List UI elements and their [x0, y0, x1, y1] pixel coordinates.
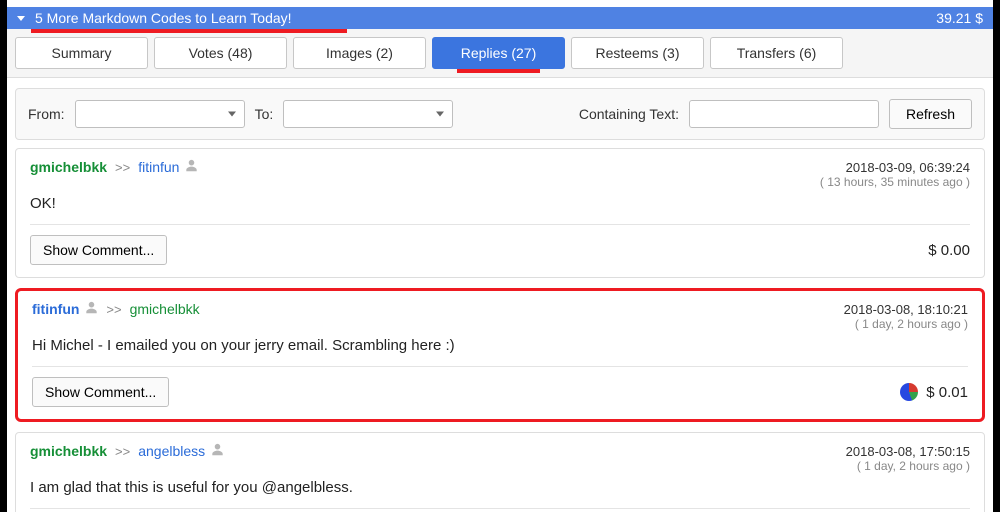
pie-chart-icon	[900, 383, 918, 401]
reply-value-amount: $ 0.00	[928, 242, 970, 259]
post-title: 5 More Markdown Codes to Learn Today!	[35, 10, 292, 27]
person-icon	[185, 159, 198, 172]
arrow-separator: >>	[115, 444, 130, 459]
arrow-separator: >>	[106, 302, 121, 317]
reply-body: OK!	[30, 195, 970, 212]
reply-header: gmichelbkk >> fitinfun 2018-03-09, 06:39:24…	[30, 159, 970, 189]
person-icon	[85, 301, 98, 314]
from-combo[interactable]	[75, 100, 245, 128]
tab-images[interactable]: Images (2)	[293, 37, 426, 69]
reply-timestamp: 2018-03-08, 18:10:21( 1 day, 2 hours ago…	[844, 302, 968, 331]
to-combo[interactable]	[283, 100, 453, 128]
tab-replies[interactable]: Replies (27)	[432, 37, 565, 69]
tab-summary[interactable]: Summary	[15, 37, 148, 69]
reply-body: I am glad that this is useful for you @a…	[30, 479, 970, 496]
reply-card: gmichelbkk >> fitinfun 2018-03-09, 06:39:24…	[15, 148, 985, 278]
tab-resteems[interactable]: Resteems (3)	[571, 37, 704, 69]
reply-from-user[interactable]: fitinfun	[32, 301, 79, 317]
containing-text-input[interactable]	[689, 100, 879, 128]
divider	[30, 224, 970, 225]
app-frame: 5 More Markdown Codes to Learn Today! 39…	[0, 0, 1000, 512]
show-comment-button[interactable]: Show Comment...	[30, 235, 167, 265]
reply-from-user[interactable]: gmichelbkk	[30, 443, 107, 459]
timestamp-value: 2018-03-09, 06:39:24	[820, 160, 970, 175]
timestamp-ago: ( 1 day, 2 hours ago )	[846, 459, 970, 473]
chevron-down-icon	[436, 112, 444, 117]
tab-bar: Summary Votes (48) Images (2) Replies (2…	[7, 29, 993, 78]
reply-header: fitinfun >> gmichelbkk 2018-03-08, 18:10:21…	[32, 301, 968, 331]
reply-card: gmichelbkk >> angelbless 2018-03-08, 17:50:…	[15, 432, 985, 512]
reply-header: gmichelbkk >> angelbless 2018-03-08, 17:50:…	[30, 443, 970, 473]
reply-footer: Show Comment... $ 0.00	[30, 235, 970, 265]
arrow-separator: >>	[115, 160, 130, 175]
timestamp-value: 2018-03-08, 18:10:21	[844, 302, 968, 317]
tab-transfers[interactable]: Transfers (6)	[710, 37, 843, 69]
reply-card: fitinfun >> gmichelbkk 2018-03-08, 18:10:21…	[15, 288, 985, 422]
divider	[30, 508, 970, 509]
post-payout: 39.21 $	[936, 10, 983, 26]
filter-bar: From: To: Containing Text: Refresh	[15, 88, 985, 140]
chevron-down-icon	[228, 112, 236, 117]
reply-timestamp: 2018-03-09, 06:39:24( 13 hours, 35 minut…	[820, 160, 970, 189]
reply-to-user[interactable]: fitinfun	[138, 159, 179, 175]
reply-from-user[interactable]: gmichelbkk	[30, 159, 107, 175]
reply-to-user[interactable]: gmichelbkk	[130, 301, 200, 317]
timestamp-ago: ( 1 day, 2 hours ago )	[844, 317, 968, 331]
divider	[32, 366, 968, 367]
reply-timestamp: 2018-03-08, 17:50:15( 1 day, 2 hours ago…	[846, 444, 970, 473]
containing-label: Containing Text:	[579, 106, 679, 122]
reply-body: Hi Michel - I emailed you on your jerry …	[32, 337, 968, 354]
refresh-button[interactable]: Refresh	[889, 99, 972, 129]
reply-footer: Show Comment... $ 0.01	[32, 377, 968, 407]
post-header[interactable]: 5 More Markdown Codes to Learn Today! 39…	[7, 7, 993, 29]
timestamp-value: 2018-03-08, 17:50:15	[846, 444, 970, 459]
show-comment-button[interactable]: Show Comment...	[32, 377, 169, 407]
reply-list: gmichelbkk >> fitinfun 2018-03-09, 06:39:24…	[7, 140, 993, 512]
collapse-caret-icon[interactable]	[17, 16, 25, 21]
person-icon	[211, 443, 224, 456]
top-spacer	[7, 0, 993, 7]
reply-value: $ 0.00	[928, 242, 970, 259]
timestamp-ago: ( 13 hours, 35 minutes ago )	[820, 175, 970, 189]
tab-votes[interactable]: Votes (48)	[154, 37, 287, 69]
to-label: To:	[255, 106, 274, 122]
reply-to-user[interactable]: angelbless	[138, 443, 205, 459]
reply-value-amount: $ 0.01	[926, 384, 968, 401]
reply-value: $ 0.01	[900, 383, 968, 401]
from-label: From:	[28, 106, 65, 122]
